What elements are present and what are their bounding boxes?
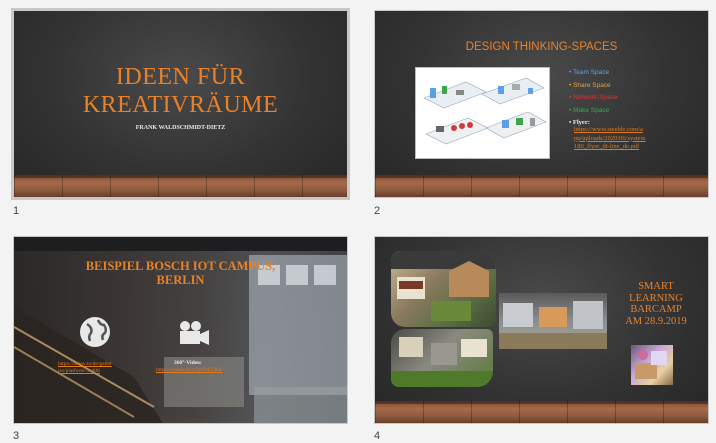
slide-thumbnail-1[interactable]: IDEEN FÜR KREATIVRÄUME FRANK WALDSCHMIDT…	[11, 8, 350, 200]
wood-floor	[375, 401, 708, 423]
slide-4-title: SMART LEARNING BARCAMP AM 28.9.2019	[625, 281, 687, 327]
slide-2-bullets: • Team Space • Share Space • Network-Spa…	[569, 67, 618, 130]
bullet-team-space: • Team Space	[569, 69, 610, 76]
campus-link[interactable]: https://moov.to/de/galler ies/platform-3…	[58, 361, 112, 375]
wood-floor	[375, 175, 708, 197]
wood-floor	[14, 175, 347, 197]
barcamp-photo-1	[391, 251, 496, 327]
slide-2-title: DESIGN THINKING-SPACES	[465, 41, 618, 53]
bullet-make-space: • Make Space	[569, 106, 610, 114]
slide-1-title: IDEEN FÜR KREATIVRÄUME	[82, 64, 279, 118]
barcamp-items-photo	[631, 345, 673, 385]
globe-icon	[78, 315, 112, 349]
video-link[interactable]: https://youtu.be/xQyr0rEJ3Oc	[156, 367, 222, 373]
flyer-link[interactable]: https://www.steelde.com/a pp/uploads/202…	[574, 126, 646, 152]
bullet-share-space: • Share Space	[569, 81, 611, 89]
barcamp-photo-2	[499, 293, 607, 349]
slide-number-3: 3	[13, 430, 20, 442]
slide-thumbnail-2[interactable]: DESIGN THINKING-SPACES • Team Space • Sh…	[374, 10, 709, 198]
video-label: 360°-Video:	[174, 360, 202, 366]
slide-3-title: BEISPIEL BOSCH IOT CAMPUS, BERLIN	[85, 259, 276, 287]
video-camera-icon	[177, 319, 211, 347]
barcamp-photo-3	[391, 329, 493, 387]
slide-thumbnail-3[interactable]: BEISPIEL BOSCH IOT CAMPUS, BERLIN https:…	[13, 236, 348, 424]
slide-number-1: 1	[13, 205, 20, 217]
office-layout-illustration	[423, 77, 547, 145]
bullet-network-space: • Network-Space	[569, 94, 618, 101]
design-spaces-image	[415, 67, 550, 159]
slide-1-author: FRANK WALDSCHMIDT-DIETZ	[135, 125, 226, 131]
slide-thumbnail-4[interactable]: SMART LEARNING BARCAMP AM 28.9.2019	[374, 236, 709, 424]
slide-number-4: 4	[374, 430, 381, 442]
slide-number-2: 2	[374, 205, 381, 217]
